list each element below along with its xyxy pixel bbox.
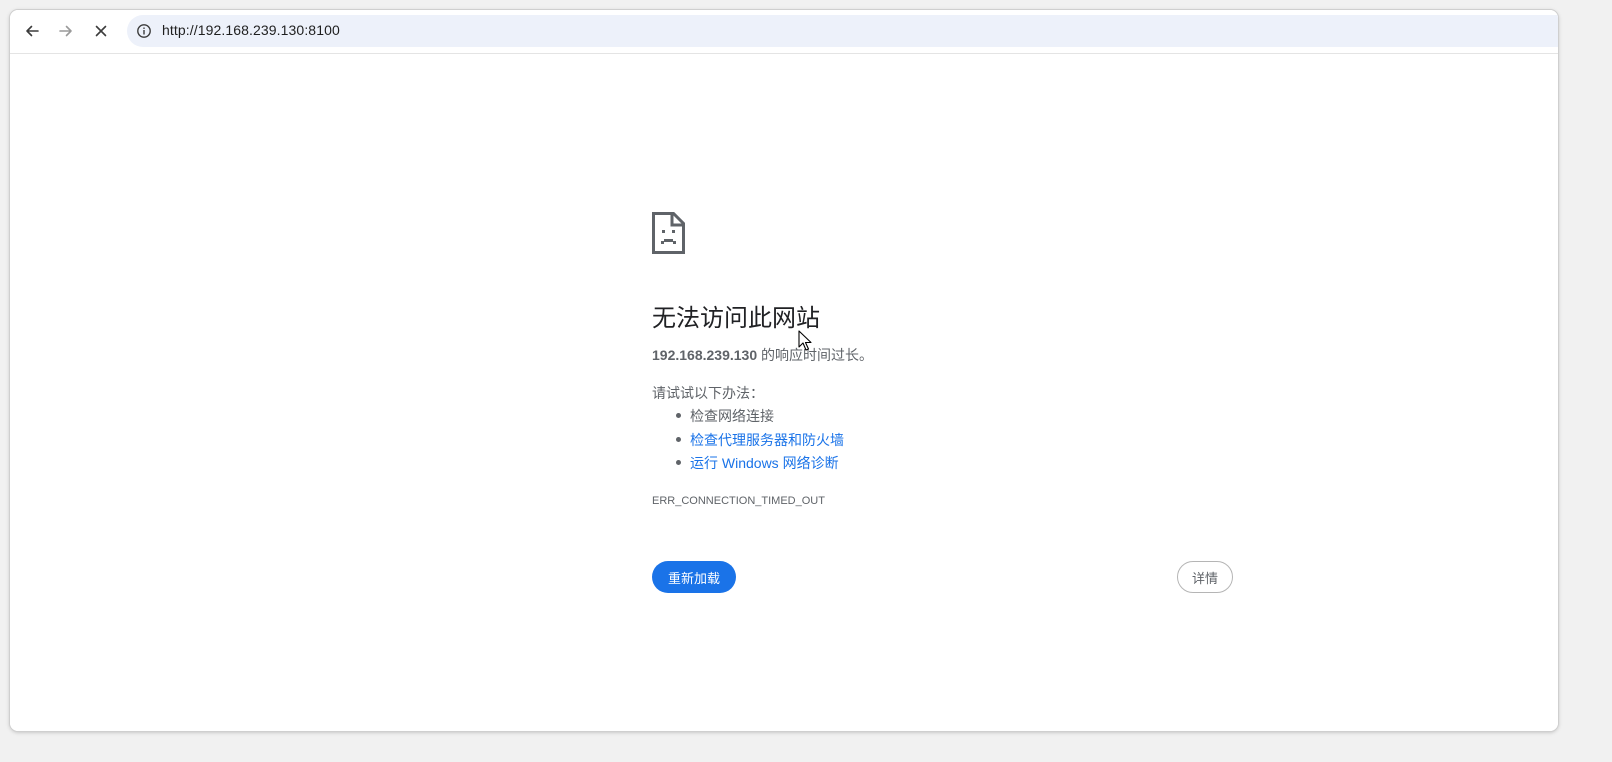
address-bar[interactable]: http://192.168.239.130:8100 [127, 15, 1558, 47]
back-button[interactable] [17, 16, 47, 46]
page-content: 无法访问此网站 192.168.239.130 的响应时间过长。 请试试以下办法… [10, 54, 1558, 731]
close-icon [95, 25, 107, 37]
run-network-diagnostics-link[interactable]: 运行 Windows 网络诊断 [690, 455, 839, 471]
error-host: 192.168.239.130 [652, 347, 758, 363]
reload-button[interactable]: 重新加载 [652, 561, 737, 593]
details-button[interactable]: 详情 [1177, 561, 1234, 593]
check-proxy-firewall-link[interactable]: 检查代理服务器和防火墙 [690, 432, 844, 448]
suggestions-list: 检查网络连接 检查代理服务器和防火墙 运行 Windows 网络诊断 [652, 406, 844, 477]
suggestion-check-network: 检查网络连接 [652, 406, 844, 430]
arrow-right-icon [59, 25, 72, 37]
error-title: 无法访问此网站 [652, 305, 820, 332]
error-description: 192.168.239.130 的响应时间过长。 [652, 345, 873, 365]
suggestion-label: 检查网络连接 [690, 408, 774, 424]
browser-window: http://192.168.239.130:8100 无法访问此网站 192.… [10, 10, 1558, 731]
stop-loading-button[interactable] [86, 16, 116, 46]
error-code: ERR_CONNECTION_TIMED_OUT [652, 495, 825, 507]
mouse-cursor-icon [798, 330, 812, 351]
arrow-left-icon [26, 25, 39, 37]
suggestions-title: 请试试以下办法： [652, 385, 764, 401]
suggestion-check-proxy[interactable]: 检查代理服务器和防火墙 [652, 430, 844, 454]
sad-page-icon [652, 212, 685, 254]
suggestion-run-diagnostics[interactable]: 运行 Windows 网络诊断 [652, 453, 844, 477]
browser-toolbar: http://192.168.239.130:8100 [10, 10, 1558, 54]
error-description-text: 的响应时间过长。 [757, 347, 873, 363]
forward-button[interactable] [51, 16, 81, 46]
url-text[interactable]: http://192.168.239.130:8100 [162, 22, 340, 38]
site-info-button[interactable] [131, 18, 157, 44]
info-icon [137, 24, 151, 38]
